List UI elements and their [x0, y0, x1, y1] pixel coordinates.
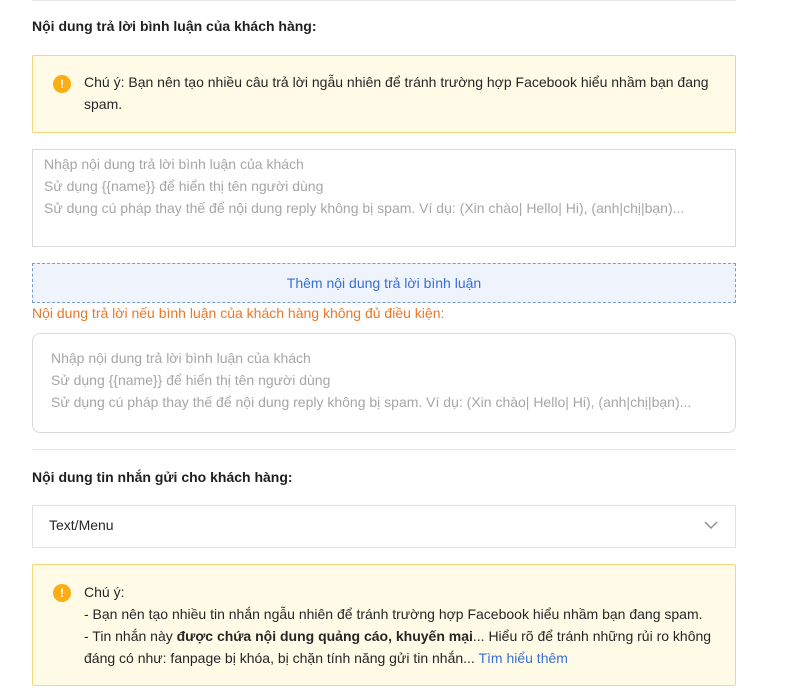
notice-line-2-bold: được chứa nội dung quảng cáo, khuyến mại: [176, 628, 473, 644]
notice-line-2: - Tin nhắn này được chứa nội dung quảng …: [84, 625, 715, 647]
message-type-value: Text/Menu: [49, 517, 114, 533]
placeholder-line: Sử dụng {{name}} để hiển thị tên người d…: [51, 372, 331, 388]
placeholder-line: Sử dụng {{name}} để hiển thị tên người d…: [44, 178, 324, 194]
ineligible-label: Nội dung trả lời nếu bình luận của khách…: [32, 305, 445, 321]
placeholder-line: Nhập nội dung trả lời bình luận của khác…: [44, 156, 304, 172]
message-type-select[interactable]: Text/Menu: [32, 505, 736, 548]
warning-icon: !: [53, 75, 71, 93]
placeholder-line: Nhập nội dung trả lời bình luận của khác…: [51, 350, 311, 366]
learn-more-link[interactable]: Tìm hiểu thêm: [478, 650, 567, 666]
reply-notice-text: Chú ý: Bạn nên tạo nhiều câu trả lời ngẫ…: [84, 74, 709, 112]
placeholder-line: Sử dụng cú pháp thay thế để nội dung rep…: [44, 200, 685, 216]
ineligible-textarea[interactable]: Nhập nội dung trả lời bình luận của khác…: [32, 333, 736, 433]
notice-line-3-text: đáng có như: fanpage bị khóa, bị chặn tí…: [84, 650, 479, 666]
notice-line-2-prefix: - Tin nhắn này: [84, 628, 177, 644]
chevron-down-icon: [704, 521, 718, 529]
section-divider: [32, 449, 736, 450]
message-section-title: Nội dung tin nhắn gửi cho khách hàng:: [32, 469, 293, 485]
reply-section-title: Nội dung trả lời bình luận của khách hàn…: [32, 18, 317, 34]
warning-icon: !: [53, 584, 71, 602]
top-divider: [32, 0, 736, 1]
message-notice: ! Chú ý: - Bạn nên tạo nhiều tin nhắn ng…: [32, 564, 736, 686]
notice-line-1: - Bạn nên tạo nhiều tin nhắn ngẫu nhiên …: [84, 606, 703, 622]
reply-textarea[interactable]: Nhập nội dung trả lời bình luận của khác…: [32, 149, 736, 247]
notice-line-2-suffix: ... Hiểu rõ để tránh những rủi ro không: [472, 628, 712, 644]
reply-notice: ! Chú ý: Bạn nên tạo nhiều câu trả lời n…: [32, 55, 736, 133]
notice-line-3: đáng có như: fanpage bị khóa, bị chặn tí…: [84, 647, 715, 669]
add-reply-button[interactable]: Thêm nội dung trả lời bình luận: [32, 263, 736, 303]
notice-heading: Chú ý:: [84, 584, 125, 600]
placeholder-line: Sử dụng cú pháp thay thế để nội dung rep…: [51, 394, 692, 410]
